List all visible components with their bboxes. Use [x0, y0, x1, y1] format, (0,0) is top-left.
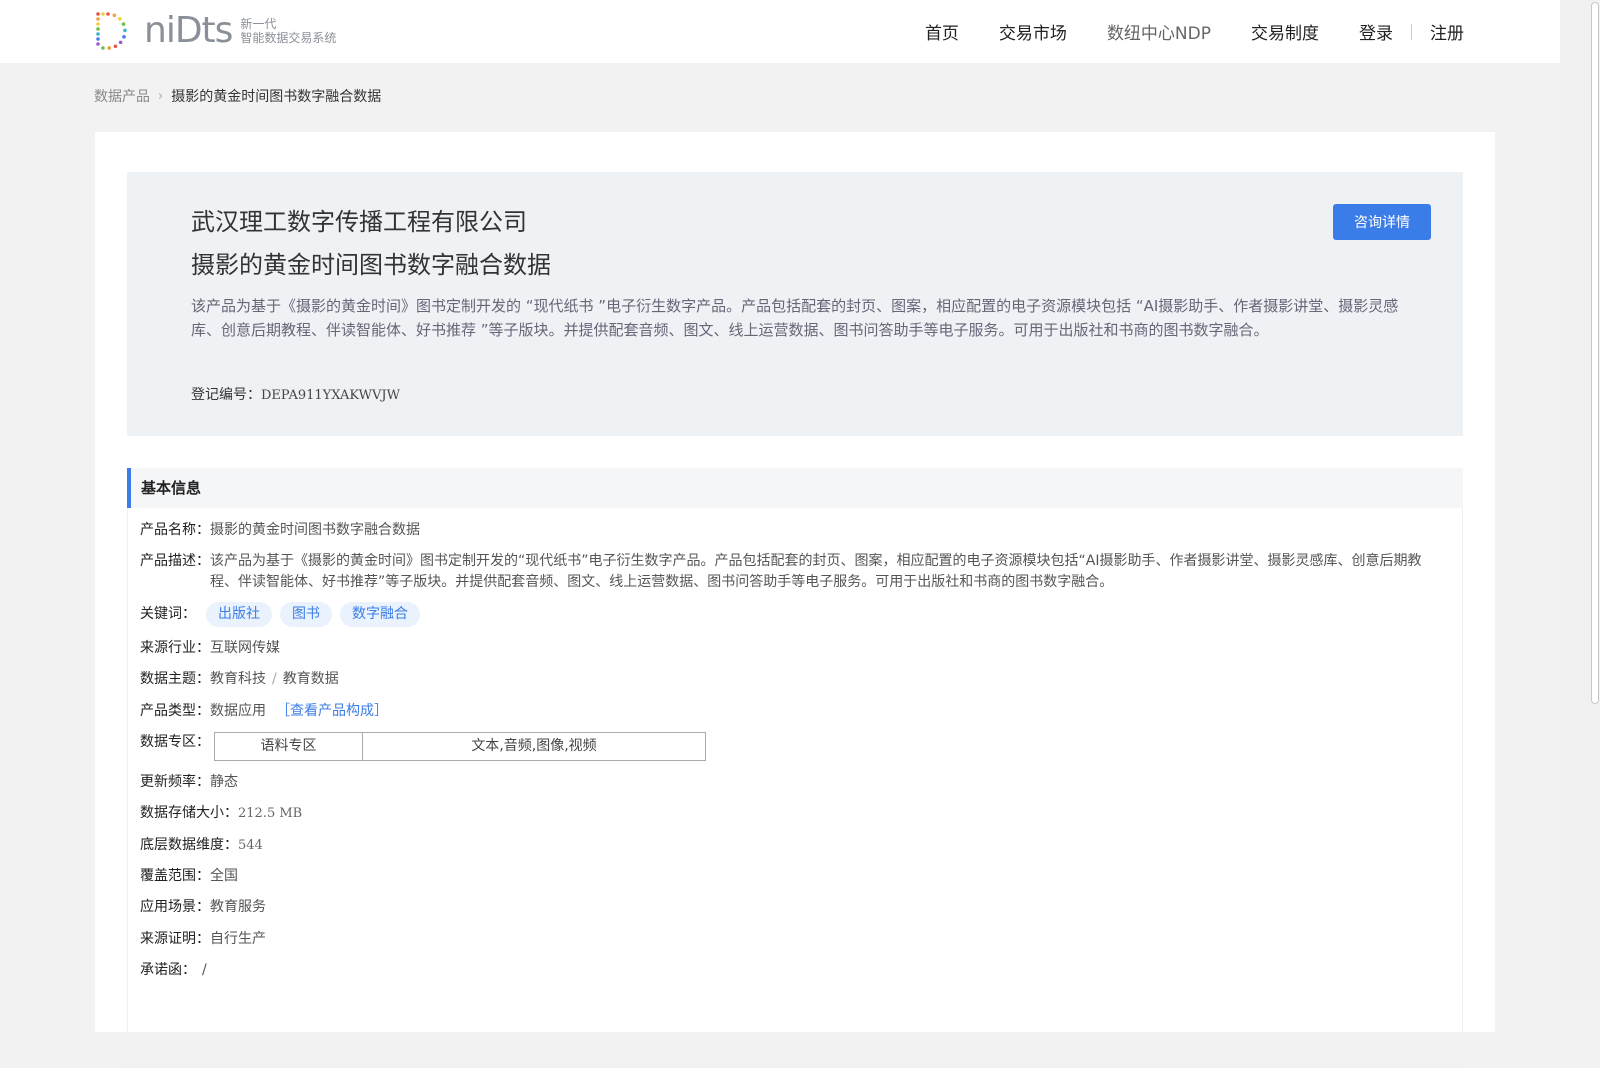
info-row-size: 数据存储大小： 212.5 MB — [140, 803, 302, 824]
zone-types-cell: 文本,音频,图像,视频 — [362, 732, 706, 761]
name-value: 摄影的黄金时间图书数字融合数据 — [210, 522, 420, 538]
registration-number: 登记编号：DEPA911YXAKWVJW — [191, 384, 400, 404]
keyword-tag[interactable]: 出版社 — [206, 602, 272, 627]
keyword-tag[interactable]: 数字融合 — [340, 602, 420, 627]
logo-dot — [122, 35, 126, 39]
nav-ndp[interactable]: 数纽中心NDP — [1107, 19, 1211, 44]
name-label: 产品名称： — [140, 522, 210, 538]
logo-tagline-line2: 智能数据交易系统 — [240, 31, 337, 45]
nav-rules[interactable]: 交易制度 — [1251, 19, 1319, 44]
chevron-right-icon: › — [158, 88, 164, 104]
logo-dot — [101, 12, 105, 16]
scenario-label: 应用场景： — [140, 899, 210, 915]
info-row-commitment: 承诺函： / — [140, 960, 207, 981]
theme-value-2: 教育数据 — [282, 671, 339, 687]
logo-text: niDts — [144, 10, 233, 51]
logo-dot — [96, 42, 100, 46]
theme-label: 数据主题： — [140, 671, 210, 687]
logo-dot — [121, 22, 126, 26]
product-summary: 武汉理工数字传播工程有限公司 摄影的黄金时间图书数字融合数据 该产品为基于《摄影… — [127, 172, 1463, 436]
coverage-value: 全国 — [210, 868, 238, 884]
breadcrumb-root[interactable]: 数据产品 — [94, 86, 150, 106]
info-row-coverage: 覆盖范围： 全国 — [140, 866, 238, 887]
logo-dot — [118, 40, 123, 45]
logo-tagline: 新一代 智能数据交易系统 — [240, 17, 336, 45]
info-row-scenario: 应用场景： 教育服务 — [140, 897, 266, 918]
top-header: niDts 新一代 智能数据交易系统 首页 交易市场 数纽中心NDP 交易制度 … — [0, 0, 1560, 63]
info-row-type: 产品类型： 数据应用 ［查看产品构成］ — [140, 701, 388, 722]
scenario-value: 教育服务 — [210, 899, 266, 915]
breadcrumb-current: 摄影的黄金时间图书数字融合数据 — [171, 89, 382, 105]
main-nav: 首页 交易市场 数纽中心NDP 交易制度 登录 注册 — [885, 0, 1464, 63]
logo-dot — [113, 44, 118, 49]
register-link[interactable]: 注册 — [1430, 19, 1464, 44]
basic-info-panel: 产品名称： 摄影的黄金时间图书数字融合数据 产品描述： 该产品为基于《摄影的黄金… — [127, 508, 1463, 1068]
industry-label: 来源行业： — [140, 640, 210, 656]
type-value: 数据应用 — [210, 703, 266, 719]
zone-name-cell: 语料专区 — [214, 732, 363, 761]
nav-market[interactable]: 交易市场 — [999, 19, 1067, 44]
logo-dot — [112, 13, 117, 18]
source-value: 自行生产 — [210, 931, 266, 947]
zone-label: 数据专区： — [140, 734, 210, 750]
login-link[interactable]: 登录 — [1359, 19, 1393, 44]
commitment-label: 承诺函： — [140, 962, 196, 978]
dimension-label: 底层数据维度： — [140, 837, 238, 853]
view-composition-link[interactable]: ［查看产品构成］ — [276, 701, 388, 722]
logo-dot — [96, 17, 100, 21]
registration-value: DEPA911YXAKWVJW — [261, 388, 401, 403]
info-row-keywords: 关键词： 出版社 图书 数字融合 — [140, 602, 428, 627]
site-logo[interactable]: niDts 新一代 智能数据交易系统 — [94, 11, 336, 51]
scrollbar-thumb[interactable] — [1591, 2, 1599, 704]
product-summary-description: 该产品为基于《摄影的黄金时间》图书定制开发的 “现代纸书 ”电子衍生数字产品。产… — [191, 297, 1399, 339]
nav-divider — [1411, 23, 1412, 40]
consult-button[interactable]: 咨询详情 — [1333, 204, 1431, 240]
desc-label: 产品描述： — [140, 553, 210, 569]
coverage-label: 覆盖范围： — [140, 868, 210, 884]
logo-dot — [96, 27, 100, 31]
logo-dot — [123, 28, 127, 33]
dimension-value: 544 — [238, 838, 263, 853]
commitment-value: / — [202, 962, 207, 978]
info-row-dimension: 底层数据维度： 544 — [140, 835, 263, 856]
source-label: 来源证明： — [140, 931, 210, 947]
frequency-label: 更新频率： — [140, 774, 210, 790]
logo-dot — [96, 12, 100, 16]
info-row-description: 产品描述： 该产品为基于《摄影的黄金时间》图书定制开发的“现代纸书”电子衍生数字… — [140, 551, 1430, 593]
size-value: 212.5 MB — [238, 806, 303, 821]
desc-value: 该产品为基于《摄影的黄金时间》图书定制开发的“现代纸书”电子衍生数字产品。产品包… — [210, 553, 1422, 590]
company-name: 武汉理工数字传播工程有限公司 — [191, 208, 527, 236]
info-row-frequency: 更新频率： 静态 — [140, 772, 238, 793]
registration-label: 登记编号： — [191, 387, 261, 403]
logo-dot — [96, 22, 100, 26]
nav-home[interactable]: 首页 — [925, 19, 959, 44]
size-label: 数据存储大小： — [140, 805, 238, 821]
logo-dot — [107, 46, 111, 50]
theme-separator: / — [272, 671, 277, 687]
logo-dot — [96, 32, 100, 36]
section-title-basic-info: 基本信息 — [127, 468, 1463, 508]
zone-table: 语料专区 文本,音频,图像,视频 — [214, 732, 706, 761]
logo-dot — [118, 16, 122, 21]
industry-value: 互联网传媒 — [210, 640, 280, 656]
logo-dot — [96, 37, 100, 41]
keyword-tag[interactable]: 图书 — [280, 602, 332, 627]
logo-tagline-line1: 新一代 — [240, 17, 277, 31]
theme-value-1: 教育科技 — [210, 671, 266, 687]
type-label: 产品类型： — [140, 703, 210, 719]
keywords-label: 关键词： — [140, 606, 196, 622]
info-row-zone: 数据专区： 语料专区 文本,音频,图像,视频 — [140, 732, 706, 761]
logo-dot — [101, 46, 105, 50]
info-row-theme: 数据主题： 教育科技 / 教育数据 — [140, 669, 339, 690]
logo-dot — [106, 12, 110, 16]
breadcrumb: 数据产品 › 摄影的黄金时间图书数字融合数据 — [94, 86, 381, 106]
info-row-source: 来源证明： 自行生产 — [140, 929, 266, 950]
product-title: 摄影的黄金时间图书数字融合数据 — [191, 251, 551, 279]
info-row-industry: 来源行业： 互联网传媒 — [140, 638, 280, 659]
frequency-value: 静态 — [210, 774, 238, 790]
info-row-name: 产品名称： 摄影的黄金时间图书数字融合数据 — [140, 520, 420, 541]
logo-dots-icon — [96, 12, 127, 50]
product-detail-card: 武汉理工数字传播工程有限公司 摄影的黄金时间图书数字融合数据 该产品为基于《摄影… — [95, 132, 1495, 1068]
